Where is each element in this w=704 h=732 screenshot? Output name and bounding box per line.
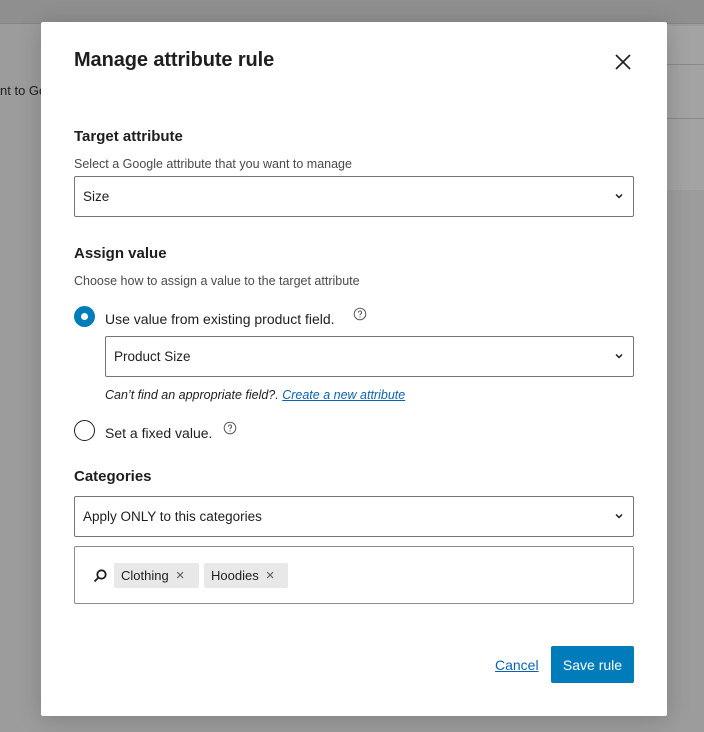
close-button[interactable] — [609, 48, 637, 76]
category-tag: Hoodies × — [204, 563, 288, 588]
remove-tag-icon[interactable]: × — [176, 568, 185, 583]
categories-select[interactable]: Apply ONLY to this categories — [74, 496, 634, 537]
product-field-value: Product Size — [114, 349, 191, 364]
field-help-note: Can’t find an appropriate field?. Create… — [105, 388, 405, 402]
radio-existing-field-label[interactable]: Use value from existing product field. — [105, 311, 335, 327]
background-top-bar — [0, 0, 704, 24]
modal-title: Manage attribute rule — [74, 49, 275, 71]
categories-tag-input[interactable]: Clothing × Hoodies × — [74, 546, 634, 604]
radio-existing-field[interactable] — [74, 306, 95, 327]
chevron-down-icon — [615, 353, 623, 359]
help-icon[interactable] — [353, 307, 367, 321]
save-rule-button[interactable]: Save rule — [551, 646, 634, 683]
target-attribute-title: Target attribute — [74, 128, 183, 145]
category-tag: Clothing × — [114, 563, 199, 588]
target-attribute-value: Size — [83, 189, 110, 204]
product-field-select[interactable]: Product Size — [105, 336, 634, 377]
target-attribute-select[interactable]: Size — [74, 176, 634, 217]
category-tag-label: Clothing — [121, 568, 169, 583]
background-text: nt to Go — [0, 83, 47, 98]
create-attribute-link[interactable]: Create a new attribute — [282, 388, 405, 402]
target-attribute-help: Select a Google attribute that you want … — [74, 157, 352, 171]
categories-value: Apply ONLY to this categories — [83, 509, 262, 524]
chevron-down-icon — [615, 513, 623, 519]
chevron-down-icon — [615, 193, 623, 199]
field-help-text: Can’t find an appropriate field?. — [105, 388, 279, 402]
help-icon[interactable] — [223, 421, 237, 435]
category-tag-label: Hoodies — [211, 568, 259, 583]
radio-fixed-value[interactable] — [74, 420, 95, 441]
assign-value-help: Choose how to assign a value to the targ… — [74, 274, 360, 288]
categories-title: Categories — [74, 468, 152, 485]
assign-value-title: Assign value — [74, 245, 167, 262]
search-icon — [93, 569, 107, 583]
manage-attribute-rule-modal: Manage attribute rule Target attribute S… — [41, 22, 667, 716]
cancel-button[interactable]: Cancel — [495, 657, 539, 673]
close-icon — [615, 54, 631, 70]
remove-tag-icon[interactable]: × — [266, 568, 275, 583]
radio-fixed-value-label[interactable]: Set a fixed value. — [105, 425, 212, 441]
